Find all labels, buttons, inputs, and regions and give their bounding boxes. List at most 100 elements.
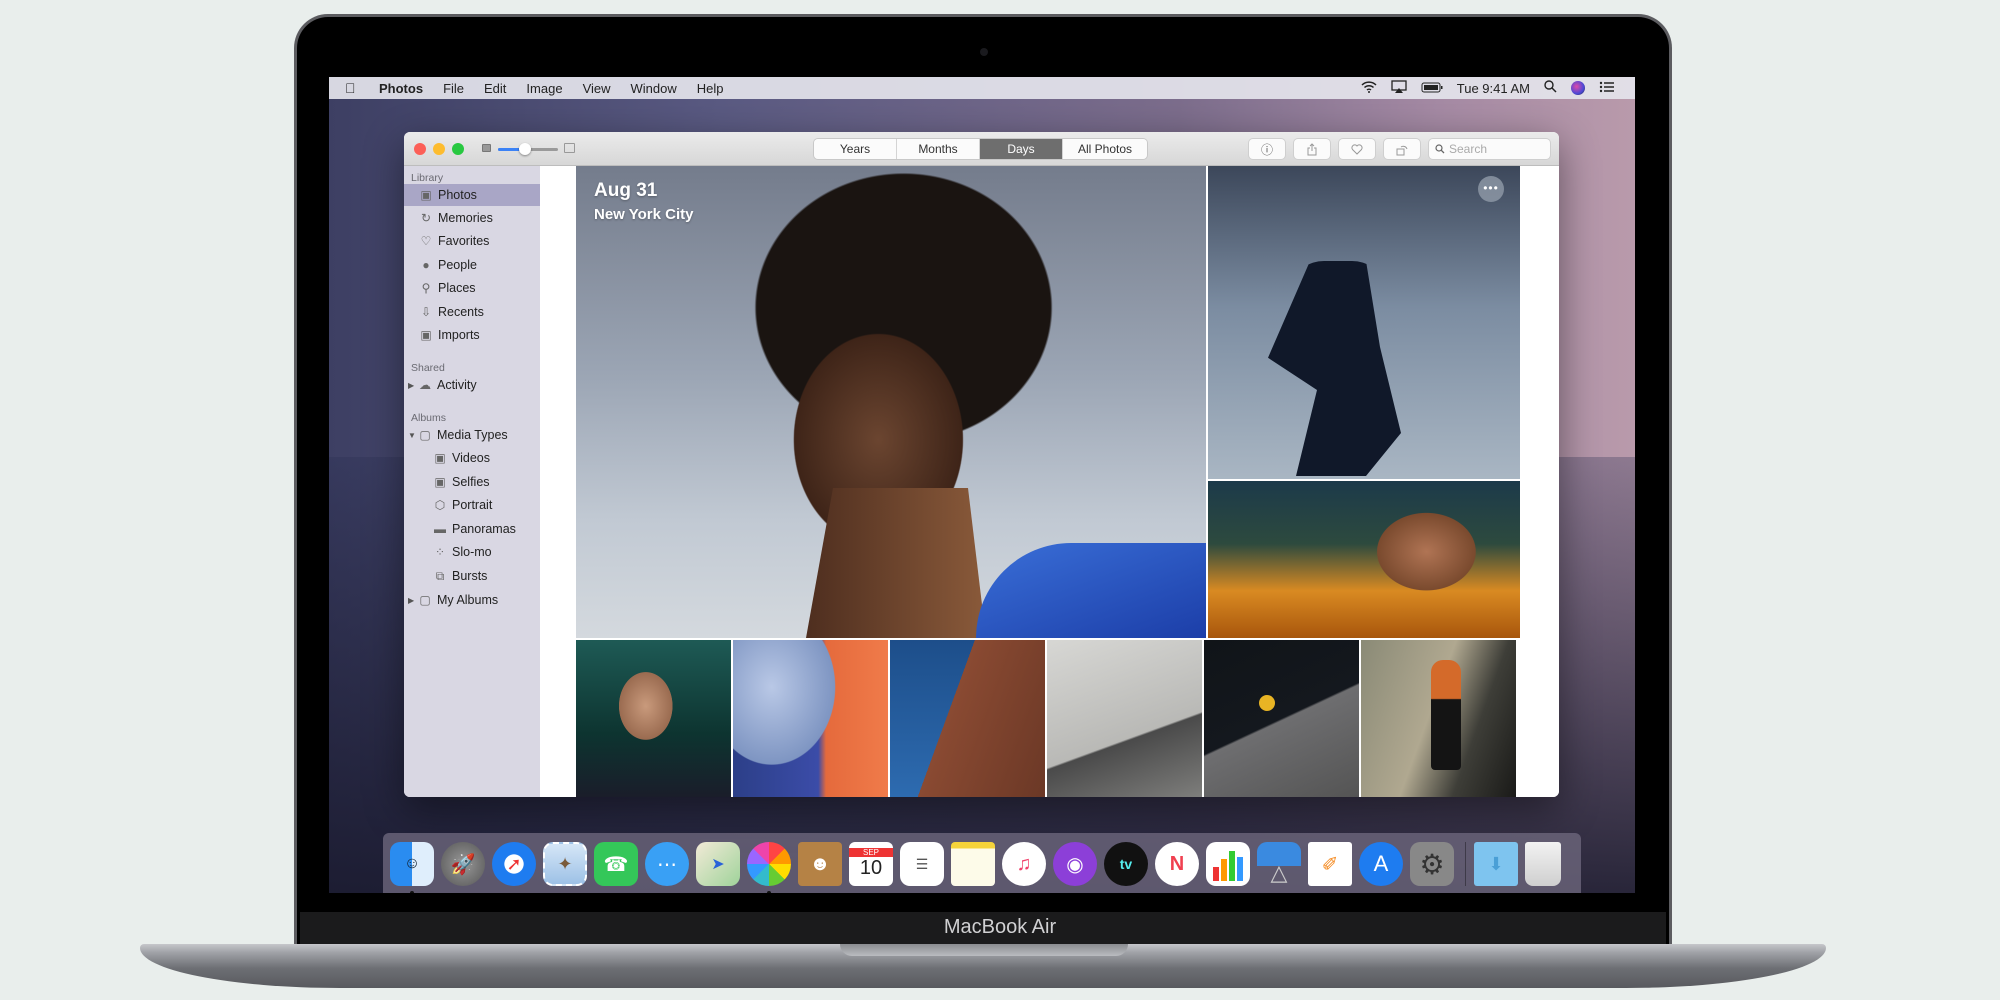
dock-maps-icon[interactable]: ➤ bbox=[696, 842, 740, 886]
photo-portrait-looking-up[interactable]: Aug 31 New York City bbox=[576, 166, 1206, 638]
close-button[interactable] bbox=[414, 143, 426, 155]
tab-all-photos[interactable]: All Photos bbox=[1063, 139, 1147, 159]
dock-pages-icon[interactable]: ✐ bbox=[1308, 842, 1352, 886]
dock-system-preferences-icon[interactable]: ⚙ bbox=[1410, 842, 1454, 886]
menu-bar:  Photos File Edit Image View Window Hel… bbox=[329, 77, 1635, 99]
menu-app-name[interactable]: Photos bbox=[379, 81, 423, 96]
day-title: Aug 31 bbox=[594, 180, 658, 201]
sidebar-item-recents[interactable]: ⇩ Recents bbox=[404, 301, 540, 323]
sidebar-item-photos[interactable]: ▣ Photos bbox=[404, 184, 540, 206]
photo-detail bbox=[976, 543, 1206, 638]
photo-person-teal-wall[interactable] bbox=[576, 640, 731, 797]
sidebar-item-places[interactable]: ⚲ Places bbox=[404, 277, 540, 299]
dock-messages-icon[interactable]: ⋯ bbox=[645, 842, 689, 886]
dock-notes-icon[interactable] bbox=[951, 842, 995, 886]
sidebar-item-label: People bbox=[438, 258, 477, 272]
wifi-icon[interactable] bbox=[1361, 80, 1377, 96]
sidebar-item-imports[interactable]: ▣ Imports bbox=[404, 324, 540, 346]
photo-detail bbox=[1268, 261, 1401, 476]
zoom-slider[interactable] bbox=[498, 143, 558, 155]
dock-safari-icon[interactable]: ➚ bbox=[492, 842, 536, 886]
tab-days[interactable]: Days bbox=[980, 139, 1063, 159]
sidebar-item-media-types[interactable]: ▼ ▢ Media Types bbox=[404, 424, 540, 446]
disclosure-collapsed-icon[interactable]: ▶ bbox=[408, 381, 418, 390]
dock-facetime-icon[interactable]: ☎ bbox=[594, 842, 638, 886]
sidebar-item-label: Activity bbox=[437, 378, 477, 392]
notification-center-icon[interactable] bbox=[1599, 81, 1615, 96]
sidebar-item-label: Photos bbox=[438, 188, 477, 202]
dock-calendar-icon[interactable]: SEP 10 bbox=[849, 842, 893, 886]
info-icon: ⓘ bbox=[1260, 142, 1273, 157]
menu-view[interactable]: View bbox=[583, 81, 611, 96]
disclosure-collapsed-icon[interactable]: ▶ bbox=[408, 596, 418, 605]
dock-reminders-icon[interactable]: ☰ bbox=[900, 842, 944, 886]
tab-months[interactable]: Months bbox=[897, 139, 980, 159]
photo-person-walking-wall[interactable] bbox=[1361, 640, 1516, 797]
photo-brick-building[interactable] bbox=[890, 640, 1045, 797]
photo-basketball-player[interactable] bbox=[1204, 640, 1359, 797]
rotate-button[interactable] bbox=[1384, 139, 1420, 159]
dock-mail-icon[interactable]: ✦ bbox=[543, 842, 587, 886]
disclosure-expanded-icon[interactable]: ▼ bbox=[408, 431, 418, 440]
sidebar-item-selfies[interactable]: ▣ Selfies bbox=[404, 471, 540, 493]
spotlight-icon[interactable] bbox=[1544, 80, 1557, 96]
dock-launchpad-icon[interactable]: 🚀 bbox=[441, 842, 485, 886]
menu-window[interactable]: Window bbox=[631, 81, 677, 96]
share-button[interactable] bbox=[1294, 139, 1330, 159]
search-field[interactable]: Search bbox=[1429, 139, 1550, 159]
sidebar-item-favorites[interactable]: ♡ Favorites bbox=[404, 230, 540, 252]
sidebar-item-portrait[interactable]: ⬡ Portrait bbox=[404, 494, 540, 516]
dock-app-store-icon[interactable]: A bbox=[1359, 842, 1403, 886]
tv-glyph: tv bbox=[1119, 856, 1133, 872]
dock-finder-icon[interactable]: ☺ bbox=[390, 842, 434, 893]
dock-news-icon[interactable]: N bbox=[1155, 842, 1199, 886]
section-library: Library bbox=[411, 172, 444, 184]
dock-contacts-icon[interactable]: ☻ bbox=[798, 842, 842, 886]
battery-icon[interactable] bbox=[1421, 81, 1443, 96]
day-location[interactable]: New York City bbox=[594, 206, 693, 223]
sidebar-item-label: Memories bbox=[438, 211, 493, 225]
screen:  Photos File Edit Image View Window Hel… bbox=[329, 77, 1635, 893]
sidebar-item-bursts[interactable]: ⧉ Bursts bbox=[404, 565, 540, 587]
sidebar-item-memories[interactable]: ↻ Memories bbox=[404, 207, 540, 229]
minimize-button[interactable] bbox=[433, 143, 445, 155]
menu-help[interactable]: Help bbox=[697, 81, 724, 96]
sidebar-item-activity[interactable]: ▶ ☁ Activity bbox=[404, 374, 540, 396]
sidebar-item-my-albums[interactable]: ▶ ▢ My Albums bbox=[404, 589, 540, 611]
dock-trash-icon[interactable] bbox=[1525, 842, 1561, 886]
photo-skateboard-feet[interactable] bbox=[1047, 640, 1202, 797]
siri-icon[interactable] bbox=[1571, 81, 1585, 95]
heart-icon bbox=[1351, 143, 1363, 155]
more-button[interactable]: ••• bbox=[1478, 176, 1504, 202]
sidebar-item-panoramas[interactable]: ▬ Panoramas bbox=[404, 518, 540, 540]
clock[interactable]: Tue 9:41 AM bbox=[1457, 81, 1530, 96]
airplay-icon[interactable] bbox=[1391, 80, 1407, 96]
zoom-window-button[interactable] bbox=[452, 143, 464, 155]
info-button[interactable]: ⓘ bbox=[1249, 139, 1285, 159]
selfie-icon: ▣ bbox=[434, 475, 446, 489]
sidebar-item-people[interactable]: ● People bbox=[404, 254, 540, 276]
sidebar-item-videos[interactable]: ▣ Videos bbox=[404, 447, 540, 469]
cube-icon: ⬡ bbox=[434, 498, 446, 512]
menu-image[interactable]: Image bbox=[526, 81, 562, 96]
favorite-button[interactable] bbox=[1339, 139, 1375, 159]
photo-person-with-umbrella[interactable] bbox=[733, 640, 888, 797]
menu-edit[interactable]: Edit bbox=[484, 81, 506, 96]
dock-downloads-folder-icon[interactable]: ⬇ bbox=[1474, 842, 1518, 886]
dock-music-icon[interactable]: ♫ bbox=[1002, 842, 1046, 886]
sidebar-item-slo-mo[interactable]: ⁘ Slo-mo bbox=[404, 541, 540, 563]
menu-file[interactable]: File bbox=[443, 81, 464, 96]
dock-keynote-icon[interactable]: △ bbox=[1257, 842, 1301, 886]
dock-podcasts-icon[interactable]: ◉ bbox=[1053, 842, 1097, 886]
search-icon bbox=[1435, 144, 1445, 154]
photo-child-lying-orange[interactable] bbox=[1208, 481, 1520, 638]
dock-tv-icon[interactable]: tv bbox=[1104, 842, 1148, 886]
apple-menu-icon[interactable]:  bbox=[345, 80, 359, 96]
zoom-slider-knob[interactable] bbox=[519, 143, 531, 155]
dock-numbers-icon[interactable] bbox=[1206, 842, 1250, 886]
camera bbox=[980, 48, 988, 56]
photo-silhouette-jumping[interactable]: ••• bbox=[1208, 166, 1520, 479]
dock-photos-icon[interactable] bbox=[747, 842, 791, 893]
tab-years[interactable]: Years bbox=[814, 139, 897, 159]
rotate-icon bbox=[1396, 145, 1407, 155]
